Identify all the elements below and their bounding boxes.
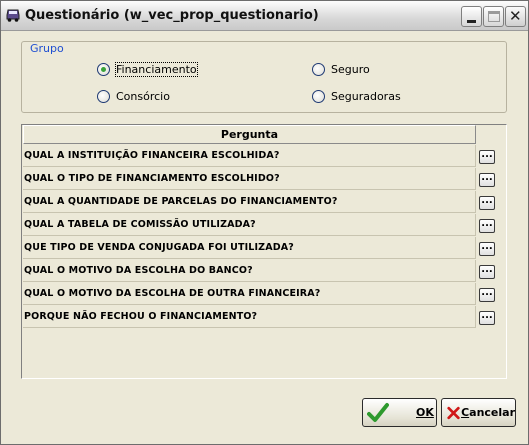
row-ellipsis-button[interactable]: ... — [479, 150, 495, 164]
row-ellipsis-button[interactable]: ... — [479, 242, 495, 256]
close-button[interactable]: ✕ — [505, 6, 526, 27]
row-ellipsis-button[interactable]: ... — [479, 265, 495, 279]
radio-consorcio[interactable]: Consórcio — [97, 90, 170, 103]
question-text: QUAL O MOTIVO DA ESCOLHA DO BANCO? — [24, 265, 253, 276]
question-text: QUAL A INSTITUIÇÃO FINANCEIRA ESCOLHIDA? — [24, 150, 280, 161]
checkmark-icon — [367, 402, 389, 422]
row-ellipsis-button[interactable]: ... — [479, 219, 495, 233]
ok-label: OK — [416, 406, 434, 419]
table-row[interactable]: QUE TIPO DE VENDA CONJUGADA FOI UTILIZAD… — [23, 237, 476, 259]
cancel-label: Cancelar — [461, 406, 515, 419]
question-text: QUE TIPO DE VENDA CONJUGADA FOI UTILIZAD… — [24, 242, 294, 253]
radio-label: Seguro — [331, 63, 370, 76]
minimize-icon — [467, 20, 476, 23]
table-row[interactable]: QUAL A INSTITUIÇÃO FINANCEIRA ESCOLHIDA? — [23, 145, 476, 167]
radio-checked-icon — [97, 63, 110, 76]
row-ellipsis-button[interactable]: ... — [479, 173, 495, 187]
grupo-groupbox — [21, 41, 507, 113]
radio-unchecked-icon — [97, 90, 110, 103]
maximize-button[interactable] — [483, 6, 504, 27]
ok-button[interactable]: OK — [362, 398, 437, 427]
title-bar[interactable]: Questionário (w_vec_prop_questionario) ✕ — [1, 1, 528, 31]
window-title: Questionário (w_vec_prop_questionario) — [25, 8, 319, 23]
radio-unchecked-icon — [312, 90, 325, 103]
row-ellipsis-button[interactable]: ... — [479, 311, 495, 325]
radio-label: Consórcio — [116, 90, 170, 103]
cancel-button[interactable]: Cancelar — [441, 398, 516, 427]
car-icon — [6, 9, 20, 22]
minimize-button[interactable] — [461, 6, 482, 27]
radio-seguro[interactable]: Seguro — [312, 63, 370, 76]
radio-label: Seguradoras — [331, 90, 401, 103]
table-row[interactable]: QUAL O TIPO DE FINANCIAMENTO ESCOLHIDO? — [23, 168, 476, 190]
question-text: QUAL O TIPO DE FINANCIAMENTO ESCOLHIDO? — [24, 173, 280, 184]
radio-label: Financiamento — [115, 62, 198, 77]
table-row[interactable]: QUAL A QUANTIDADE DE PARCELAS DO FINANCI… — [23, 191, 476, 213]
table-row[interactable]: QUAL A TABELA DE COMISSÃO UTILIZADA? — [23, 214, 476, 236]
radio-financiamento[interactable]: Financiamento — [97, 62, 198, 77]
close-icon: ✕ — [509, 7, 522, 25]
questionario-window: Questionário (w_vec_prop_questionario) ✕… — [0, 0, 529, 445]
table-row[interactable]: QUAL O MOTIVO DA ESCOLHA DE OUTRA FINANC… — [23, 283, 476, 305]
radio-seguradoras[interactable]: Seguradoras — [312, 90, 401, 103]
row-ellipsis-button[interactable]: ... — [479, 196, 495, 210]
question-text: QUAL O MOTIVO DA ESCOLHA DE OUTRA FINANC… — [24, 288, 321, 299]
row-ellipsis-button[interactable]: ... — [479, 288, 495, 302]
table-row[interactable]: QUAL O MOTIVO DA ESCOLHA DO BANCO? — [23, 260, 476, 282]
maximize-icon — [488, 11, 500, 22]
grupo-label: Grupo — [29, 42, 65, 55]
radio-unchecked-icon — [312, 63, 325, 76]
column-header-pergunta[interactable]: Pergunta — [23, 125, 476, 144]
cancel-x-icon — [447, 406, 460, 419]
question-text: QUAL A TABELA DE COMISSÃO UTILIZADA? — [24, 219, 256, 230]
question-text: PORQUE NÃO FECHOU O FINANCIAMENTO? — [24, 311, 258, 322]
question-text: QUAL A QUANTIDADE DE PARCELAS DO FINANCI… — [24, 196, 338, 207]
table-row[interactable]: PORQUE NÃO FECHOU O FINANCIAMENTO? — [23, 306, 476, 328]
